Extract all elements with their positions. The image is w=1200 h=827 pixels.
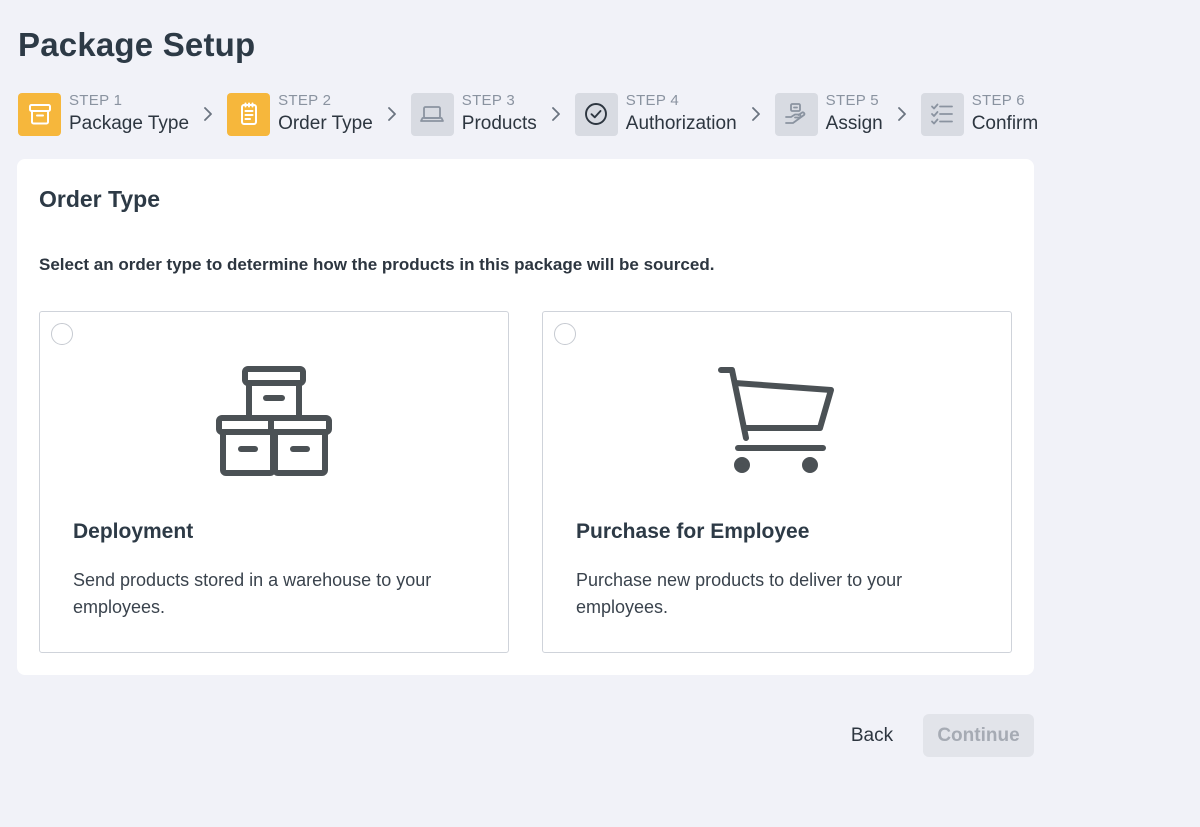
- step-label: Confirm: [971, 113, 1039, 134]
- card-title: Order Type: [39, 186, 160, 212]
- step-label: Assign: [825, 113, 883, 134]
- chevron-right-icon: [373, 107, 411, 121]
- deployment-radio[interactable]: [51, 323, 73, 345]
- laptop-icon: [410, 92, 454, 136]
- step-label: Order Type: [278, 113, 373, 134]
- option-title: Purchase for Employee: [576, 520, 810, 543]
- step-products[interactable]: STEP 3 Products: [410, 92, 537, 136]
- stacked-boxes-icon: [216, 366, 332, 476]
- chevron-right-icon: [883, 107, 921, 121]
- hand-package-icon: [774, 92, 818, 136]
- step-confirm[interactable]: STEP 6 Confirm: [920, 92, 1039, 136]
- order-type-card: Order Type Select an order type to deter…: [17, 159, 1034, 675]
- step-label: Products: [461, 113, 537, 134]
- option-description: Purchase new products to deliver to your…: [576, 570, 903, 617]
- step-order-type[interactable]: STEP 2 Order Type: [227, 92, 373, 136]
- checklist-icon: [920, 92, 964, 136]
- chevron-right-icon: [737, 107, 775, 121]
- option-description: Send products stored in a warehouse to y…: [73, 570, 432, 617]
- step-package-type[interactable]: STEP 1 Package Type: [18, 92, 189, 136]
- step-number: STEP 4: [625, 92, 679, 109]
- purchase-radio[interactable]: [554, 323, 576, 345]
- step-assign[interactable]: STEP 5 Assign: [774, 92, 883, 136]
- step-number: STEP 6: [971, 92, 1025, 109]
- step-number: STEP 1: [69, 92, 123, 109]
- option-purchase-for-employee[interactable]: Purchase for Employee Purchase new produ…: [542, 311, 1012, 653]
- stepper: STEP 1 Package Type STEP 2 Order Type ST…: [18, 90, 1038, 138]
- step-label: Package Type: [69, 113, 190, 134]
- chevron-right-icon: [189, 107, 227, 121]
- step-number: STEP 3: [461, 92, 515, 109]
- check-circle-icon: [574, 92, 618, 136]
- option-title: Deployment: [73, 520, 194, 543]
- step-number: STEP 5: [825, 92, 879, 109]
- clipboard-list-icon: [227, 92, 271, 136]
- step-label: Authorization: [625, 113, 737, 134]
- archive-box-icon: [18, 92, 61, 136]
- shopping-cart-icon: [718, 367, 834, 473]
- chevron-right-icon: [537, 107, 575, 121]
- page-title: Package Setup: [18, 26, 256, 63]
- back-button[interactable]: Back: [836, 714, 908, 757]
- step-authorization[interactable]: STEP 4 Authorization: [574, 92, 737, 136]
- continue-button[interactable]: Continue: [923, 714, 1034, 757]
- order-type-instruction: Select an order type to determine how th…: [39, 255, 715, 274]
- step-number: STEP 2: [278, 92, 332, 109]
- option-deployment[interactable]: Deployment Send products stored in a war…: [39, 311, 509, 653]
